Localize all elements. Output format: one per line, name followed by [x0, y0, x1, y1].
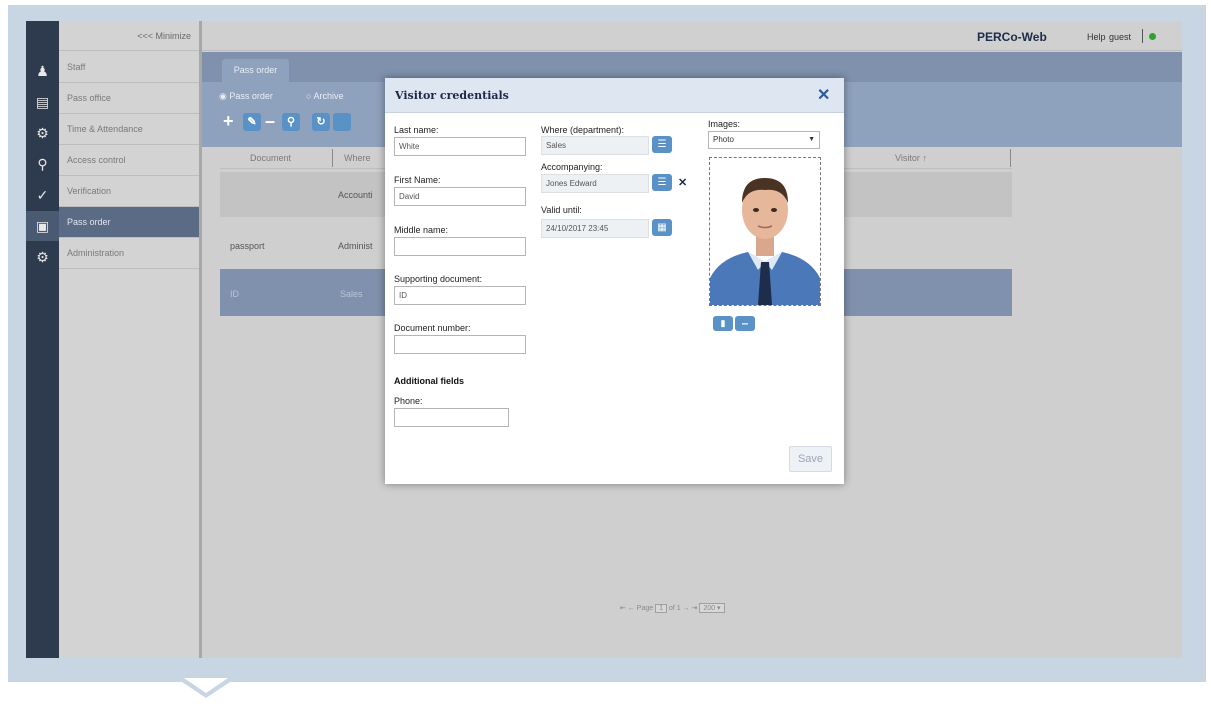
additional-fields-heading: Additional fields — [394, 376, 465, 386]
add-icon[interactable]: + — [223, 112, 234, 130]
cell-where: Accounti — [338, 190, 373, 200]
radio-pass-order-label: Pass order — [229, 91, 273, 101]
key-icon[interactable]: ⚲ — [26, 149, 59, 179]
column-visitor-label: Visitor — [895, 153, 920, 163]
last-name-label: Last name: — [394, 125, 439, 135]
sort-icon: ↑ — [922, 153, 927, 163]
tab-pass-order[interactable]: Pass order — [222, 59, 289, 82]
pass-office-icon[interactable]: ▤ — [26, 87, 59, 117]
more-button[interactable] — [333, 113, 351, 131]
brand-logo: PERCo-Web — [977, 30, 1047, 44]
icon-rail: ♟ ▤ ⚙ ⚲ ✓ ▣ ⚙ — [26, 21, 59, 658]
sidebar-item-verification[interactable]: Verification — [59, 176, 199, 207]
remove-photo-button[interactable]: – — [735, 316, 755, 331]
valid-until-label: Valid until: — [541, 205, 582, 215]
help-link[interactable]: Help — [1087, 32, 1106, 42]
column-divider — [332, 149, 333, 167]
refresh-button[interactable]: ↻ — [312, 113, 330, 131]
visitor-photo — [709, 157, 821, 306]
cell-document: ID — [230, 289, 239, 299]
dialog-header: Visitor credentials ✕ — [385, 78, 844, 113]
cell-document: passport — [230, 241, 265, 251]
sidebar-item-pass-office[interactable]: Pass office — [59, 83, 199, 114]
middle-name-label: Middle name: — [394, 225, 449, 235]
save-button[interactable]: Save — [789, 446, 832, 472]
accompanying-field[interactable]: Jones Edward — [541, 174, 649, 193]
sidebar-item-access-control[interactable]: Access control — [59, 145, 199, 176]
clear-accompanying-icon[interactable]: ✕ — [678, 176, 687, 189]
chevron-down-icon: ▼ — [808, 136, 815, 143]
staff-icon[interactable]: ♟ — [26, 56, 59, 86]
radio-archive-label: Archive — [313, 91, 344, 101]
portrait-image — [710, 158, 820, 305]
column-where[interactable]: Where — [344, 153, 371, 163]
column-divider — [1010, 149, 1011, 167]
accompanying-label: Accompanying: — [541, 162, 603, 172]
radio-archive[interactable]: ○ Archive — [306, 91, 343, 101]
sidebar-item-administration[interactable]: Administration — [59, 238, 199, 269]
app-window: ♟ ▤ ⚙ ⚲ ✓ ▣ ⚙ <<< Minimize Staff Pass of… — [26, 21, 1182, 658]
last-name-field[interactable]: White — [394, 137, 526, 156]
pager: ⇤ ← Page 1 of 1 → ⇥ 200 ▾ — [620, 603, 725, 613]
first-name-field[interactable]: David — [394, 187, 526, 206]
radio-pass-order[interactable]: ◉ Pass order — [219, 91, 273, 102]
minimize-button[interactable]: <<< Minimize — [59, 21, 199, 51]
cell-where: Administ — [338, 241, 373, 251]
cell-where: Sales — [340, 289, 363, 299]
column-document[interactable]: Document — [250, 153, 291, 163]
first-page-icon[interactable]: ⇤ — [620, 605, 626, 612]
remove-icon[interactable]: – — [265, 112, 275, 130]
page-label: Page — [636, 605, 654, 612]
valid-until-field[interactable]: 24/10/2017 23:45 — [541, 219, 649, 238]
prev-page-icon[interactable]: ← — [628, 605, 635, 612]
page-of: of 1 — [668, 605, 681, 612]
search-button[interactable]: ⚲ — [282, 113, 300, 131]
gear-icon[interactable]: ⚙ — [26, 242, 59, 272]
document-number-field[interactable] — [394, 335, 526, 354]
images-label: Images: — [708, 119, 741, 129]
middle-name-field[interactable] — [394, 237, 526, 256]
visitor-credentials-dialog: Visitor credentials ✕ Last name: White F… — [385, 78, 844, 484]
sidebar-item-pass-order[interactable]: Pass order — [59, 207, 199, 238]
page-size-value: 200 — [703, 605, 716, 612]
edit-button[interactable]: ✎ — [243, 113, 261, 131]
next-page-icon[interactable]: → — [683, 605, 690, 612]
page-input[interactable]: 1 — [655, 604, 667, 613]
verification-icon[interactable]: ✓ — [26, 180, 59, 210]
supporting-document-field[interactable]: ID — [394, 286, 526, 305]
top-bar: PERCo-Web Help guest — [202, 21, 1182, 51]
images-select-value: Photo — [713, 135, 734, 144]
phone-label: Phone: — [394, 396, 423, 406]
sidebar: <<< Minimize Staff Pass office Time & At… — [59, 21, 202, 658]
accompanying-list-button[interactable]: ☰ — [652, 174, 672, 191]
document-number-label: Document number: — [394, 323, 471, 333]
time-attendance-icon[interactable]: ⚙ — [26, 118, 59, 148]
calendar-button[interactable]: ▦ — [652, 219, 672, 236]
sidebar-item-time-attendance[interactable]: Time & Attendance — [59, 114, 199, 145]
page-size-select[interactable]: 200 ▾ — [699, 603, 725, 613]
column-visitor[interactable]: Visitor ↑ — [895, 153, 927, 163]
user-name[interactable]: guest — [1109, 32, 1131, 42]
folder-icon[interactable]: ▮ — [713, 316, 733, 331]
department-field[interactable]: Sales — [541, 136, 649, 155]
supporting-document-label: Supporting document: — [394, 274, 483, 284]
divider — [1142, 29, 1143, 43]
sidebar-item-staff[interactable]: Staff — [59, 52, 199, 83]
pass-order-icon[interactable]: ▣ — [26, 211, 59, 241]
first-name-label: First Name: — [394, 175, 441, 185]
department-list-button[interactable]: ☰ — [652, 136, 672, 153]
department-label: Where (department): — [541, 125, 625, 135]
frame-pointer-inner — [184, 678, 228, 693]
phone-field[interactable] — [394, 408, 509, 427]
status-indicator — [1149, 33, 1156, 40]
dialog-title: Visitor credentials — [395, 89, 509, 102]
last-page-icon[interactable]: ⇥ — [692, 605, 698, 612]
close-icon[interactable]: ✕ — [817, 85, 830, 105]
images-select[interactable]: Photo ▼ — [708, 131, 820, 149]
